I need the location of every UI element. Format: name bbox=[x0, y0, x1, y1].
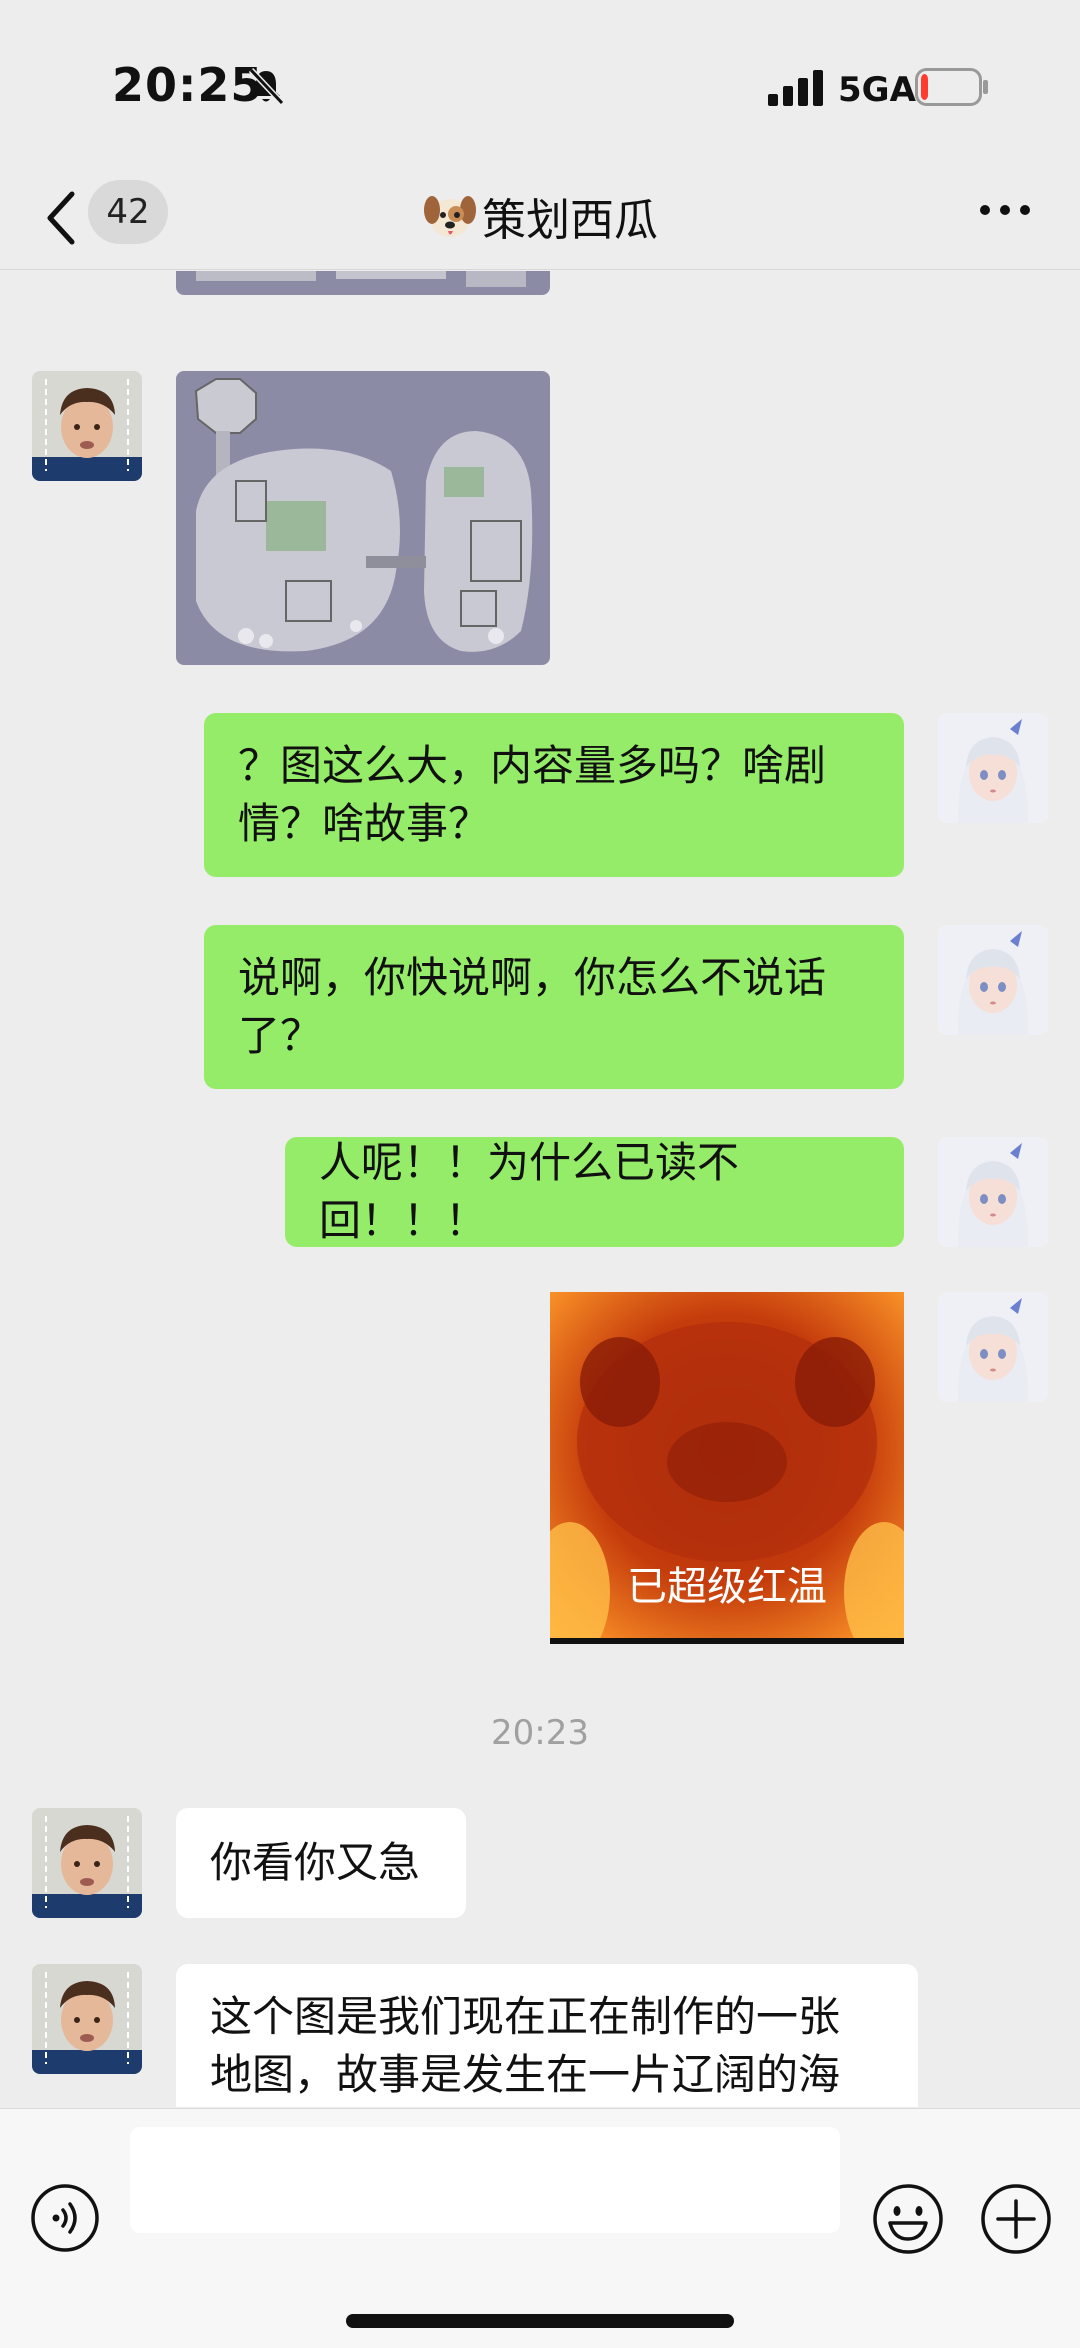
sticker-message[interactable]: 已超级红温 bbox=[550, 1292, 904, 1644]
message-bubble-sent[interactable]: 人呢！！为什么已读不回！！！ bbox=[285, 1137, 904, 1247]
message-line: 地图，故事是发生在一片辽阔的海 bbox=[210, 2050, 841, 2099]
dog-face-icon bbox=[424, 196, 476, 237]
message-timestamp: 20:23 bbox=[491, 1713, 589, 1753]
message-line: 这个图是我们现在正在制作的一张 bbox=[210, 1992, 841, 2041]
status-bar: 20:25 5GA bbox=[0, 0, 1080, 170]
bell-muted-icon bbox=[248, 67, 285, 106]
avatar-contact[interactable] bbox=[32, 1964, 142, 2074]
image-message-map[interactable] bbox=[176, 371, 550, 665]
message-bubble-received[interactable]: 你看你又急 bbox=[176, 1808, 466, 1918]
image-message-cropped[interactable] bbox=[176, 271, 550, 295]
avatar-contact[interactable] bbox=[32, 371, 142, 481]
message-input[interactable] bbox=[130, 2127, 840, 2233]
message-line: 人呢！！为什么已读不回！！！ bbox=[319, 1138, 740, 1245]
sticker-caption: 已超级红温 bbox=[627, 1564, 827, 1610]
chat-title-group[interactable]: 策划西瓜 bbox=[0, 184, 1080, 248]
signal-icon bbox=[768, 70, 823, 106]
avatar-self[interactable] bbox=[938, 1137, 1048, 1247]
chat-title: 策划西瓜 bbox=[482, 195, 658, 246]
message-line: 情？啥故事？ bbox=[238, 799, 491, 848]
avatar-contact-image bbox=[32, 371, 142, 481]
input-bar bbox=[0, 2108, 1080, 2348]
map-image bbox=[176, 371, 550, 665]
home-indicator[interactable] bbox=[346, 2314, 734, 2328]
message-list[interactable]: ？图这么大，内容量多吗？啥剧 情？啥故事？ 说啊，你快说啊，你怎么不说话 了？ bbox=[0, 271, 1080, 2107]
status-time: 20:25 bbox=[112, 58, 264, 112]
avatar-contact-image bbox=[32, 1808, 142, 1918]
avatar-contact-image bbox=[32, 1964, 142, 2074]
network-label: 5GA bbox=[838, 70, 916, 110]
avatar-self[interactable] bbox=[938, 713, 1048, 823]
message-text: ？图这么大，内容量多吗？啥剧 情？啥故事？ bbox=[238, 737, 826, 853]
message-line: 说啊，你快说啊，你怎么不说话 bbox=[238, 953, 827, 1002]
message-line: 了？ bbox=[238, 1011, 323, 1060]
avatar-contact[interactable] bbox=[32, 1808, 142, 1918]
battery-icon bbox=[915, 68, 988, 106]
plus-icon[interactable] bbox=[980, 2183, 1052, 2255]
avatar-self-image bbox=[938, 1137, 1048, 1247]
voice-icon[interactable] bbox=[30, 2183, 100, 2253]
emoji-icon[interactable] bbox=[872, 2183, 944, 2255]
avatar-self-image bbox=[938, 713, 1048, 823]
chat-header: 42 策划西瓜 bbox=[0, 170, 1080, 270]
map-image-fragment bbox=[176, 271, 550, 295]
message-line: 你看你又急 bbox=[210, 1838, 421, 1887]
avatar-self-image bbox=[938, 925, 1048, 1035]
message-bubble-received[interactable]: 这个图是我们现在正在制作的一张 地图，故事是发生在一片辽阔的海 bbox=[176, 1964, 918, 2107]
more-icon[interactable] bbox=[978, 200, 1032, 220]
message-line: ？图这么大，内容量多吗？啥剧 bbox=[238, 741, 827, 790]
message-text: 这个图是我们现在正在制作的一张 地图，故事是发生在一片辽阔的海 bbox=[210, 1988, 840, 2104]
avatar-self[interactable] bbox=[938, 925, 1048, 1035]
message-bubble-sent[interactable]: ？图这么大，内容量多吗？啥剧 情？啥故事？ bbox=[204, 713, 904, 877]
avatar-self[interactable] bbox=[938, 1292, 1048, 1402]
avatar-self-image bbox=[938, 1292, 1048, 1402]
message-text: 说啊，你快说啊，你怎么不说话 了？ bbox=[238, 949, 826, 1065]
message-bubble-sent[interactable]: 说啊，你快说啊，你怎么不说话 了？ bbox=[204, 925, 904, 1089]
